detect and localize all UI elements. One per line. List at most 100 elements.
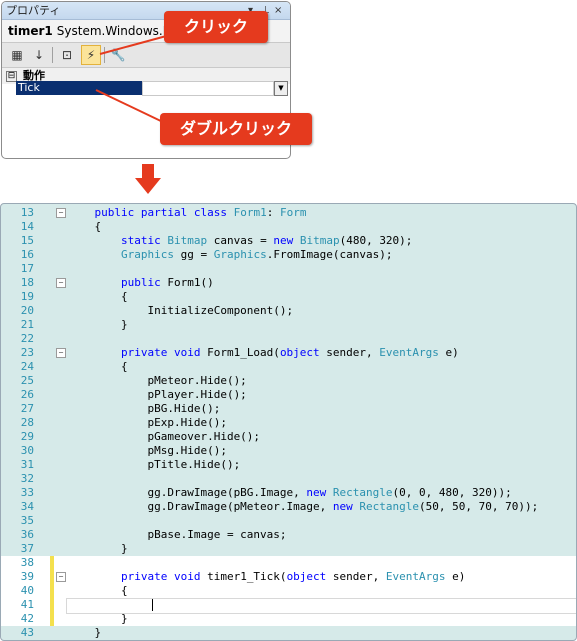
collapse-icon[interactable]: ⊟ <box>6 70 17 82</box>
code-line[interactable]: 36 pBase.Image = canvas; <box>1 528 576 542</box>
line-number: 41 <box>20 598 34 611</box>
property-value-field[interactable] <box>142 81 274 96</box>
code-text: { <box>68 290 128 303</box>
line-number: 35 <box>20 514 34 527</box>
code-line[interactable]: 37 } <box>1 542 576 556</box>
code-line[interactable]: 35 <box>1 514 576 528</box>
code-text: pExp.Hide(); <box>68 416 227 429</box>
line-number: 23 <box>20 346 34 359</box>
line-number: 25 <box>20 374 34 387</box>
code-line[interactable]: 34 gg.DrawImage(pMeteor.Image, new Recta… <box>1 500 576 514</box>
line-number: 32 <box>20 472 34 485</box>
code-line[interactable]: 22 <box>1 332 576 346</box>
change-marker <box>50 612 54 626</box>
line-number: 22 <box>20 332 34 345</box>
code-line[interactable]: 31 pTitle.Hide(); <box>1 458 576 472</box>
line-number: 27 <box>20 402 34 415</box>
code-text: } <box>68 626 102 639</box>
line-number: 39 <box>20 570 34 583</box>
code-text: InitializeComponent(); <box>68 304 294 317</box>
dropdown-icon[interactable]: ▼ <box>274 81 288 96</box>
code-line[interactable]: 16 Graphics gg = Graphics.FromImage(canv… <box>1 248 576 262</box>
code-line[interactable]: 25 pMeteor.Hide(); <box>1 374 576 388</box>
code-text: } <box>68 542 128 555</box>
toolbar-separator <box>104 47 105 63</box>
categorized-icon[interactable]: ▦ <box>8 46 26 64</box>
code-text: pMsg.Hide(); <box>68 444 227 457</box>
line-number: 38 <box>20 556 34 569</box>
properties-toolbar: ▦ ↓ ⊡ ⚡ 🔧 <box>2 43 290 68</box>
code-line[interactable]: 24 { <box>1 360 576 374</box>
code-line[interactable]: 14 { <box>1 220 576 234</box>
code-text: private void Form1_Load(object sender, E… <box>120 346 459 359</box>
events-icon[interactable]: ⚡ <box>81 45 101 65</box>
code-text: pMeteor.Hide(); <box>68 374 247 387</box>
properties-icon[interactable]: ⊡ <box>58 46 76 64</box>
code-line[interactable]: 30 pMsg.Hide(); <box>1 444 576 458</box>
line-number: 13 <box>20 206 34 219</box>
code-line[interactable]: 23 − private void Form1_Load(object sende… <box>1 346 576 360</box>
code-line[interactable]: 38 <box>1 556 576 570</box>
code-line[interactable]: 27 pBG.Hide(); <box>1 402 576 416</box>
code-line[interactable]: 13 − public partial class Form1: Form <box>1 206 576 220</box>
code-line[interactable]: 29 pGameover.Hide(); <box>1 430 576 444</box>
line-number: 30 <box>20 444 34 457</box>
code-line[interactable]: 15 static Bitmap canvas = new Bitmap(480… <box>1 234 576 248</box>
code-line[interactable]: 43 } <box>1 626 576 640</box>
properties-title: プロパティ <box>6 4 61 17</box>
code-line[interactable]: 39 − private void timer1_Tick(object send… <box>1 570 576 584</box>
line-number: 20 <box>20 304 34 317</box>
code-line[interactable]: 21 } <box>1 318 576 332</box>
change-marker <box>50 598 54 612</box>
code-line[interactable]: 33 gg.DrawImage(pBG.Image, new Rectangle… <box>1 486 576 500</box>
down-arrow-icon <box>135 164 161 194</box>
code-text: public Form1() <box>120 276 214 289</box>
fold-toggle-icon[interactable]: − <box>56 572 66 582</box>
fold-toggle-icon[interactable]: − <box>56 348 66 358</box>
line-number: 29 <box>20 430 34 443</box>
code-text: static Bitmap canvas = new Bitmap(480, 3… <box>120 234 413 247</box>
close-icon[interactable]: × <box>274 2 282 19</box>
property-row-tick[interactable]: Tick ▼ <box>16 81 288 96</box>
code-line[interactable]: 40 { <box>1 584 576 598</box>
text-caret <box>152 599 153 611</box>
code-text: pPlayer.Hide(); <box>68 388 247 401</box>
line-number: 42 <box>20 612 34 625</box>
line-number: 31 <box>20 458 34 471</box>
code-text: pBase.Image = canvas; <box>68 528 287 541</box>
code-line[interactable]: 20 InitializeComponent(); <box>1 304 576 318</box>
code-text: private void timer1_Tick(object sender, … <box>120 570 466 583</box>
line-number: 15 <box>20 234 34 247</box>
line-number: 21 <box>20 318 34 331</box>
change-marker <box>50 570 54 584</box>
object-name: timer1 <box>8 24 53 38</box>
property-name[interactable]: Tick <box>16 81 142 95</box>
line-number: 28 <box>20 416 34 429</box>
property-pages-icon[interactable]: 🔧 <box>109 46 127 64</box>
code-line[interactable]: 17 <box>1 262 576 276</box>
line-number: 18 <box>20 276 34 289</box>
line-number: 16 <box>20 248 34 261</box>
code-text: public partial class Form1: Form <box>94 206 307 219</box>
line-number: 36 <box>20 528 34 541</box>
code-line[interactable]: 19 { <box>1 290 576 304</box>
fold-toggle-icon[interactable]: − <box>56 208 66 218</box>
code-text: } <box>68 318 128 331</box>
callout-double-click: ダブルクリック <box>160 113 312 145</box>
code-editor[interactable]: 13− public partial class Form1: Form 14 {… <box>0 203 577 641</box>
line-number: 26 <box>20 388 34 401</box>
line-number: 14 <box>20 220 34 233</box>
code-text: Graphics gg = Graphics.FromImage(canvas)… <box>120 248 393 261</box>
fold-toggle-icon[interactable]: − <box>56 278 66 288</box>
code-line[interactable]: 18 − public Form1() <box>1 276 576 290</box>
code-line[interactable]: 42 } <box>1 612 576 626</box>
code-line[interactable]: 32 <box>1 472 576 486</box>
code-line[interactable]: 26 pPlayer.Hide(); <box>1 388 576 402</box>
code-line[interactable]: 28 pExp.Hide(); <box>1 416 576 430</box>
code-text: pTitle.Hide(); <box>68 458 241 471</box>
callout-click: クリック <box>164 11 268 43</box>
line-number: 40 <box>20 584 34 597</box>
line-number: 43 <box>20 626 34 639</box>
alphabetical-icon[interactable]: ↓ <box>30 46 48 64</box>
current-line-highlight <box>66 598 576 614</box>
